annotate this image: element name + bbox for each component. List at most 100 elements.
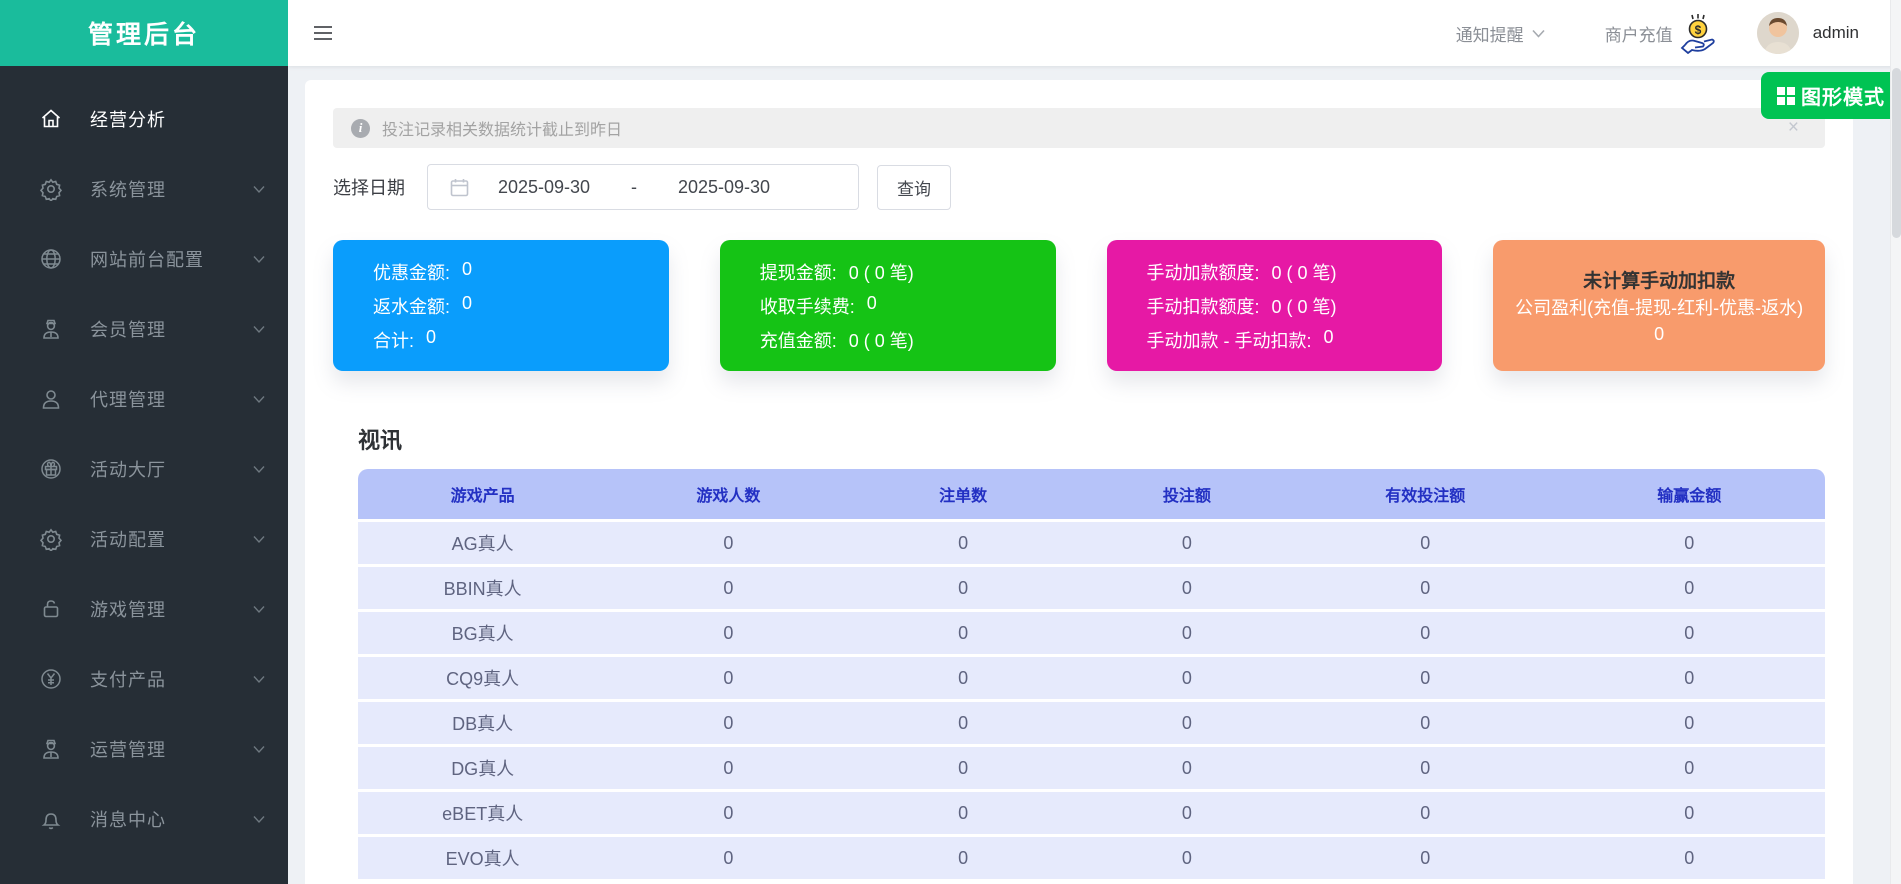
value-cell: 0 [1297, 713, 1554, 734]
sidebar-item-label: 网站前台配置 [90, 246, 252, 272]
close-icon[interactable]: × [1788, 117, 1807, 139]
sidebar-item-8[interactable]: 支付产品 [0, 644, 288, 714]
sidebar-item-label: 经营分析 [90, 106, 252, 132]
stat-value: 0 [462, 259, 472, 285]
game-product-cell: eBET真人 [358, 800, 607, 826]
notice-dropdown[interactable]: 通知提醒 [1456, 21, 1545, 46]
column-header: 输赢金额 [1554, 482, 1825, 506]
app-logo: 管理后台 [0, 0, 288, 66]
profit-card-subtitle: 公司盈利(充值-提现-红利-优惠-返水) [1515, 297, 1803, 320]
sidebar-item-7[interactable]: 游戏管理 [0, 574, 288, 644]
date-end-value[interactable]: 2025-09-30 [649, 177, 799, 198]
value-cell: 0 [1077, 803, 1297, 824]
scrollbar-thumb[interactable] [1892, 68, 1901, 238]
sidebar-item-label: 游戏管理 [90, 596, 252, 622]
sidebar-item-3[interactable]: 会员管理 [0, 294, 288, 364]
value-cell: 0 [607, 758, 849, 779]
table-row: BG真人00000 [358, 612, 1825, 654]
value-cell: 0 [849, 758, 1076, 779]
value-cell: 0 [607, 578, 849, 599]
topbar: 通知提醒 商户充值 $ admin [288, 0, 1901, 66]
graph-mode-label: 图形模式 [1801, 81, 1885, 110]
date-range-input[interactable]: 2025-09-30 - 2025-09-30 [427, 164, 859, 210]
query-button[interactable]: 查询 [877, 165, 951, 210]
stat-value: 0 ( 0 笔) [849, 327, 914, 353]
hamburger-menu-icon[interactable] [314, 26, 332, 40]
user-avatar[interactable] [1757, 12, 1799, 54]
date-filter-label: 选择日期 [333, 174, 405, 200]
value-cell: 0 [1077, 533, 1297, 554]
chevron-down-icon [252, 182, 266, 196]
sidebar-item-label: 系统管理 [90, 176, 252, 202]
value-cell: 0 [607, 803, 849, 824]
chevron-down-icon [252, 602, 266, 616]
chevron-down-icon [252, 812, 266, 826]
vertical-scrollbar[interactable] [1890, 0, 1901, 884]
value-cell: 0 [849, 533, 1076, 554]
sidebar-item-label: 支付产品 [90, 666, 252, 692]
svg-text:$: $ [1694, 23, 1701, 37]
sidebar-item-1[interactable]: 系统管理 [0, 154, 288, 224]
stat-card-manual: 手动加款额度:0 ( 0 笔) 手动扣款额度:0 ( 0 笔) 手动加款 - 手… [1107, 240, 1443, 371]
username[interactable]: admin [1813, 23, 1859, 43]
value-cell: 0 [1297, 623, 1554, 644]
stat-value: 0 [867, 293, 877, 319]
live-games-table: 游戏产品游戏人数注单数投注额有效投注额输赢金额 AG真人00000BBIN真人0… [358, 469, 1825, 879]
value-cell: 0 [1077, 578, 1297, 599]
gift-icon [38, 456, 64, 482]
yen-circle-icon [38, 666, 64, 692]
sidebar-item-9[interactable]: 运营管理 [0, 714, 288, 784]
value-cell: 0 [1554, 668, 1825, 689]
value-cell: 0 [849, 803, 1076, 824]
section-title: 视讯 [358, 423, 1825, 455]
date-separator: - [619, 177, 649, 198]
game-product-cell: DB真人 [358, 710, 607, 736]
value-cell: 0 [1554, 848, 1825, 869]
coin-hand-icon: $ [1677, 12, 1719, 54]
stat-label: 收取手续费: [760, 293, 855, 319]
column-header: 游戏产品 [358, 482, 607, 506]
sidebar-item-label: 消息中心 [90, 806, 252, 832]
app-title: 管理后台 [88, 15, 200, 51]
value-cell: 0 [607, 533, 849, 554]
game-product-cell: AG真人 [358, 530, 607, 556]
sidebar-item-10[interactable]: 消息中心 [0, 784, 288, 854]
profit-card-title: 未计算手动加扣款 [1583, 266, 1735, 293]
chevron-down-icon [252, 672, 266, 686]
value-cell: 0 [1297, 803, 1554, 824]
value-cell: 0 [1554, 623, 1825, 644]
table-row: AG真人00000 [358, 522, 1825, 564]
sidebar-item-0[interactable]: 经营分析 [0, 84, 288, 154]
stat-label: 手动加款 - 手动扣款: [1147, 327, 1312, 353]
table-header-row: 游戏产品游戏人数注单数投注额有效投注额输赢金额 [358, 469, 1825, 519]
sidebar-item-2[interactable]: 网站前台配置 [0, 224, 288, 294]
table-row: eBET真人00000 [358, 792, 1825, 834]
merchant-recharge-button[interactable]: 商户充值 $ [1605, 12, 1719, 54]
value-cell: 0 [607, 668, 849, 689]
value-cell: 0 [607, 623, 849, 644]
column-header: 有效投注额 [1297, 482, 1554, 506]
game-product-cell: DG真人 [358, 755, 607, 781]
value-cell: 0 [607, 848, 849, 869]
value-cell: 0 [1077, 848, 1297, 869]
home-icon [38, 106, 64, 132]
sidebar-item-6[interactable]: 活动配置 [0, 504, 288, 574]
stat-label: 手动扣款额度: [1147, 293, 1260, 319]
sidebar-item-5[interactable]: 活动大厅 [0, 434, 288, 504]
graph-mode-button[interactable]: 图形模式 [1761, 72, 1901, 119]
info-banner: i 投注记录相关数据统计截止到昨日 × [333, 108, 1825, 148]
sidebar: 管理后台 经营分析系统管理网站前台配置会员管理代理管理活动大厅活动配置游戏管理支… [0, 0, 288, 884]
sidebar-menu: 经营分析系统管理网站前台配置会员管理代理管理活动大厅活动配置游戏管理支付产品运营… [0, 66, 288, 854]
gear-icon [38, 526, 64, 552]
stat-label: 优惠金额: [373, 259, 450, 285]
value-cell: 0 [1297, 668, 1554, 689]
value-cell: 0 [607, 713, 849, 734]
member-icon [38, 736, 64, 762]
content-card: i 投注记录相关数据统计截止到昨日 × 选择日期 2025-09-30 - 20… [305, 80, 1853, 884]
stat-value: 0 [426, 327, 436, 353]
stat-card-profit: 未计算手动加扣款 公司盈利(充值-提现-红利-优惠-返水) 0 [1493, 240, 1825, 371]
date-start-value[interactable]: 2025-09-30 [469, 177, 619, 198]
chevron-down-icon [252, 392, 266, 406]
sidebar-item-4[interactable]: 代理管理 [0, 364, 288, 434]
value-cell: 0 [1554, 533, 1825, 554]
